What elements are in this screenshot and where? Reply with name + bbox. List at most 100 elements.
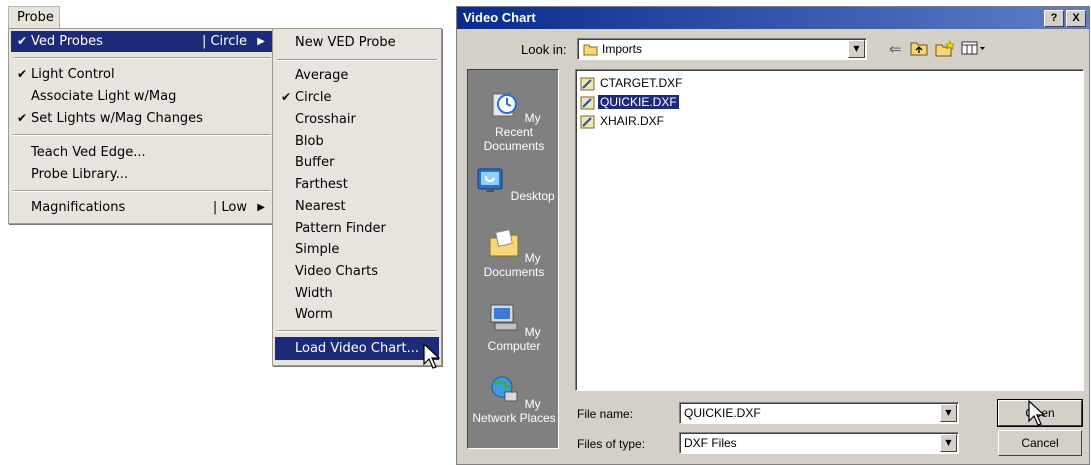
- dialog-title: Video Chart: [463, 10, 536, 25]
- file-name: CTARGET.DXF: [600, 76, 683, 90]
- menubar-probe-label: Probe: [17, 10, 54, 25]
- file-list[interactable]: CTARGET.DXF QUICKIE.DXF XHAIR.DXF: [575, 69, 1084, 391]
- menu-item-farthest[interactable]: Farthest: [275, 174, 439, 195]
- menu-item-label: Nearest: [295, 199, 346, 214]
- probe-menu: ✔ Ved Probes | Circle ▶ ✔ Light Control …: [8, 28, 276, 224]
- menu-item-video-charts[interactable]: Video Charts: [275, 261, 439, 282]
- check-icon: ✔: [16, 34, 28, 48]
- check-icon: ✔: [16, 67, 28, 81]
- menu-separator: [13, 134, 271, 136]
- folder-icon: [583, 44, 598, 56]
- menu-item-label: Average: [295, 68, 349, 83]
- menu-item-probe-library[interactable]: Probe Library...: [11, 164, 273, 185]
- menu-item-label: Associate Light w/Mag: [31, 89, 177, 104]
- new-folder-icon[interactable]: [935, 40, 955, 57]
- list-item[interactable]: QUICKIE.DXF: [580, 94, 679, 111]
- menu-item-label: Simple: [295, 242, 340, 257]
- desktop-icon: [477, 168, 503, 192]
- files-of-type-dropdown[interactable]: DXF Files ▼: [679, 432, 959, 454]
- dialog-titlebar[interactable]: Video Chart ? X: [457, 7, 1089, 29]
- dxf-file-icon: [580, 115, 595, 129]
- menu-item-buffer[interactable]: Buffer: [275, 152, 439, 173]
- menu-separator: [13, 57, 271, 59]
- submenu-arrow-icon: ▶: [257, 36, 265, 47]
- back-icon[interactable]: ⇐: [889, 40, 902, 58]
- menu-item-label: New VED Probe: [295, 35, 396, 50]
- menu-item-new-ved-probe[interactable]: New VED Probe: [275, 32, 439, 53]
- menu-item-label: Set Lights w/Mag Changes: [31, 111, 203, 126]
- mouse-cursor-icon: [1028, 400, 1046, 426]
- menu-item-label: Light Control: [31, 67, 115, 82]
- place-label: Desktop: [510, 189, 555, 203]
- menu-item-label: Width: [295, 286, 333, 301]
- submenu-arrow-icon: ▶: [257, 202, 265, 213]
- menu-item-simple[interactable]: Simple: [275, 239, 439, 260]
- menu-item-ved-probes[interactable]: ✔ Ved Probes | Circle ▶: [11, 31, 273, 52]
- menu-item-light-control[interactable]: ✔ Light Control: [11, 64, 273, 85]
- menu-item-load-video-chart[interactable]: Load Video Chart...: [275, 337, 439, 360]
- menu-separator: [13, 190, 271, 192]
- menu-item-average[interactable]: Average: [275, 65, 439, 86]
- dxf-file-icon: [580, 96, 595, 110]
- menu-item-pattern-finder[interactable]: Pattern Finder: [275, 218, 439, 239]
- place-my-recent-documents[interactable]: My Recent Documents: [468, 88, 560, 153]
- menu-item-label: Crosshair: [295, 112, 356, 127]
- menu-item-label: Pattern Finder: [295, 221, 386, 236]
- my-documents-icon: [489, 229, 519, 257]
- chevron-down-icon[interactable]: ▼: [848, 40, 865, 58]
- file-name: QUICKIE.DXF: [598, 95, 679, 109]
- menu-item-label: Load Video Chart...: [295, 341, 419, 356]
- file-name-label: File name:: [577, 407, 634, 421]
- look-in-value: Imports: [602, 42, 643, 56]
- place-my-network-places[interactable]: My Network Places: [468, 374, 560, 425]
- menu-item-magnifications[interactable]: Magnifications | Low ▶: [11, 197, 273, 218]
- ved-probes-submenu: New VED Probe Average ✔ Circle Crosshair…: [272, 28, 442, 366]
- menu-item-crosshair[interactable]: Crosshair: [275, 109, 439, 130]
- menu-separator: [277, 330, 437, 332]
- menu-item-teach-ved-edge[interactable]: Teach Ved Edge...: [11, 142, 273, 163]
- menu-item-circle[interactable]: ✔ Circle: [275, 87, 439, 108]
- menu-item-label: Worm: [295, 307, 333, 322]
- chevron-down-icon[interactable]: ▼: [940, 404, 957, 422]
- chevron-down-icon[interactable]: ▼: [940, 434, 957, 452]
- places-bar: My Recent Documents Desktop My Documents: [467, 69, 559, 449]
- files-of-type-label: Files of type:: [577, 437, 646, 451]
- cancel-button[interactable]: Cancel: [998, 430, 1082, 456]
- menu-item-width[interactable]: Width: [275, 283, 439, 304]
- menu-item-blob[interactable]: Blob: [275, 131, 439, 152]
- menu-item-set-lights[interactable]: ✔ Set Lights w/Mag Changes: [11, 108, 273, 129]
- submenu-value: | Low: [212, 200, 247, 215]
- file-name-value: QUICKIE.DXF: [684, 406, 761, 420]
- menu-item-label: Farthest: [295, 177, 348, 192]
- list-item[interactable]: XHAIR.DXF: [580, 113, 666, 130]
- submenu-value: | Circle: [201, 34, 247, 49]
- network-places-icon: [491, 376, 518, 402]
- menu-item-label: Video Charts: [295, 264, 379, 279]
- look-in-label: Look in:: [521, 42, 567, 57]
- check-icon: ✔: [16, 111, 28, 125]
- menu-item-worm[interactable]: Worm: [275, 304, 439, 325]
- dxf-file-icon: [580, 77, 595, 91]
- menu-item-associate-light[interactable]: Associate Light w/Mag: [11, 86, 273, 107]
- my-computer-icon: [490, 304, 518, 331]
- place-my-computer[interactable]: My Computer: [468, 302, 560, 353]
- menu-item-nearest[interactable]: Nearest: [275, 196, 439, 217]
- menu-item-label: Circle: [295, 90, 332, 105]
- close-button[interactable]: X: [1066, 10, 1086, 27]
- help-button[interactable]: ?: [1044, 10, 1064, 27]
- file-name: XHAIR.DXF: [600, 114, 665, 128]
- place-my-documents[interactable]: My Documents: [468, 228, 560, 279]
- place-desktop[interactable]: Desktop: [468, 166, 560, 203]
- menu-item-label: Probe Library...: [31, 167, 129, 182]
- menu-item-label: Magnifications: [31, 200, 126, 215]
- views-menu-icon[interactable]: [961, 40, 987, 56]
- menu-separator: [277, 59, 437, 61]
- look-in-dropdown[interactable]: Imports ▼: [577, 38, 867, 60]
- files-of-type-value: DXF Files: [684, 436, 737, 450]
- list-item[interactable]: CTARGET.DXF: [580, 75, 684, 92]
- file-name-field[interactable]: QUICKIE.DXF ▼: [679, 402, 959, 424]
- up-folder-icon[interactable]: [910, 40, 928, 56]
- menu-item-label: Buffer: [295, 155, 335, 170]
- menubar-probe[interactable]: Probe: [8, 6, 60, 28]
- recent-documents-icon: [492, 93, 518, 117]
